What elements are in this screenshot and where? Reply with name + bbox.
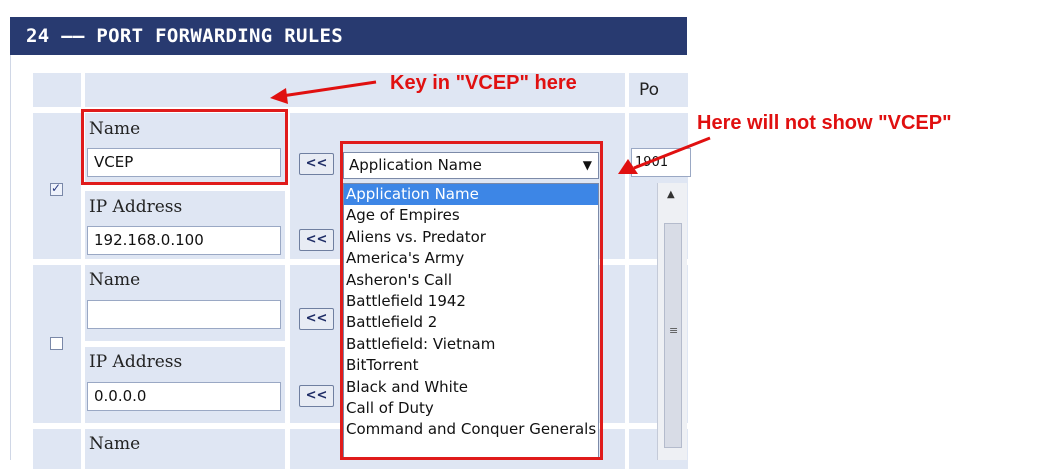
rule-1-checkbox[interactable] xyxy=(50,181,63,196)
rule-2-checkbox[interactable] xyxy=(50,337,63,350)
rule-2-ip-cell: IP Address 0.0.0.0 xyxy=(85,347,285,423)
rule-2-ip-label: IP Address xyxy=(89,352,183,372)
rule-2-name-input[interactable] xyxy=(87,300,281,329)
rule-3-name-label: Name xyxy=(89,434,141,454)
scroll-thumb[interactable]: ≡ xyxy=(664,223,682,448)
rule-2-name-label: Name xyxy=(89,270,141,290)
scroll-up-icon[interactable]: ▲ xyxy=(667,189,675,200)
copy-ip-button[interactable]: << xyxy=(299,229,334,251)
rule-3-check-cell xyxy=(33,429,81,469)
copy-app-name-button[interactable]: << xyxy=(299,153,334,175)
annotation-not-show: Here will not show "VCEP" xyxy=(697,112,952,134)
highlight-name-field xyxy=(81,109,288,185)
rule-2-check-cell xyxy=(33,265,81,423)
copy-ip-button[interactable]: << xyxy=(299,385,334,407)
rule-2-name-cell: Name xyxy=(85,265,285,341)
rule-1-ip-cell: IP Address 192.168.0.100 xyxy=(85,191,285,259)
grip-icon: ≡ xyxy=(669,324,679,337)
rule-2-ip-input[interactable]: 0.0.0.0 xyxy=(87,382,281,411)
rule-1-ip-input[interactable]: 192.168.0.100 xyxy=(87,226,281,255)
header-cell-port: Po xyxy=(629,73,688,107)
rule-1-ip-label: IP Address xyxy=(89,197,183,217)
red-arrow-icon xyxy=(270,80,377,104)
rule-1-check-cell xyxy=(33,113,81,259)
header-cell-check xyxy=(33,73,81,107)
rule-3-name-cell: Name xyxy=(85,429,285,469)
copy-app-name-button[interactable]: << xyxy=(299,308,334,330)
port-column-header: Po xyxy=(639,80,660,100)
dropdown-scrollbar[interactable]: ▲ ≡ xyxy=(657,183,687,460)
annotation-key-in: Key in "VCEP" here xyxy=(390,72,577,94)
red-arrow-icon xyxy=(618,136,711,174)
section-title: 24 —— PORT FORWARDING RULES xyxy=(10,17,687,55)
highlight-dropdown xyxy=(340,141,603,460)
